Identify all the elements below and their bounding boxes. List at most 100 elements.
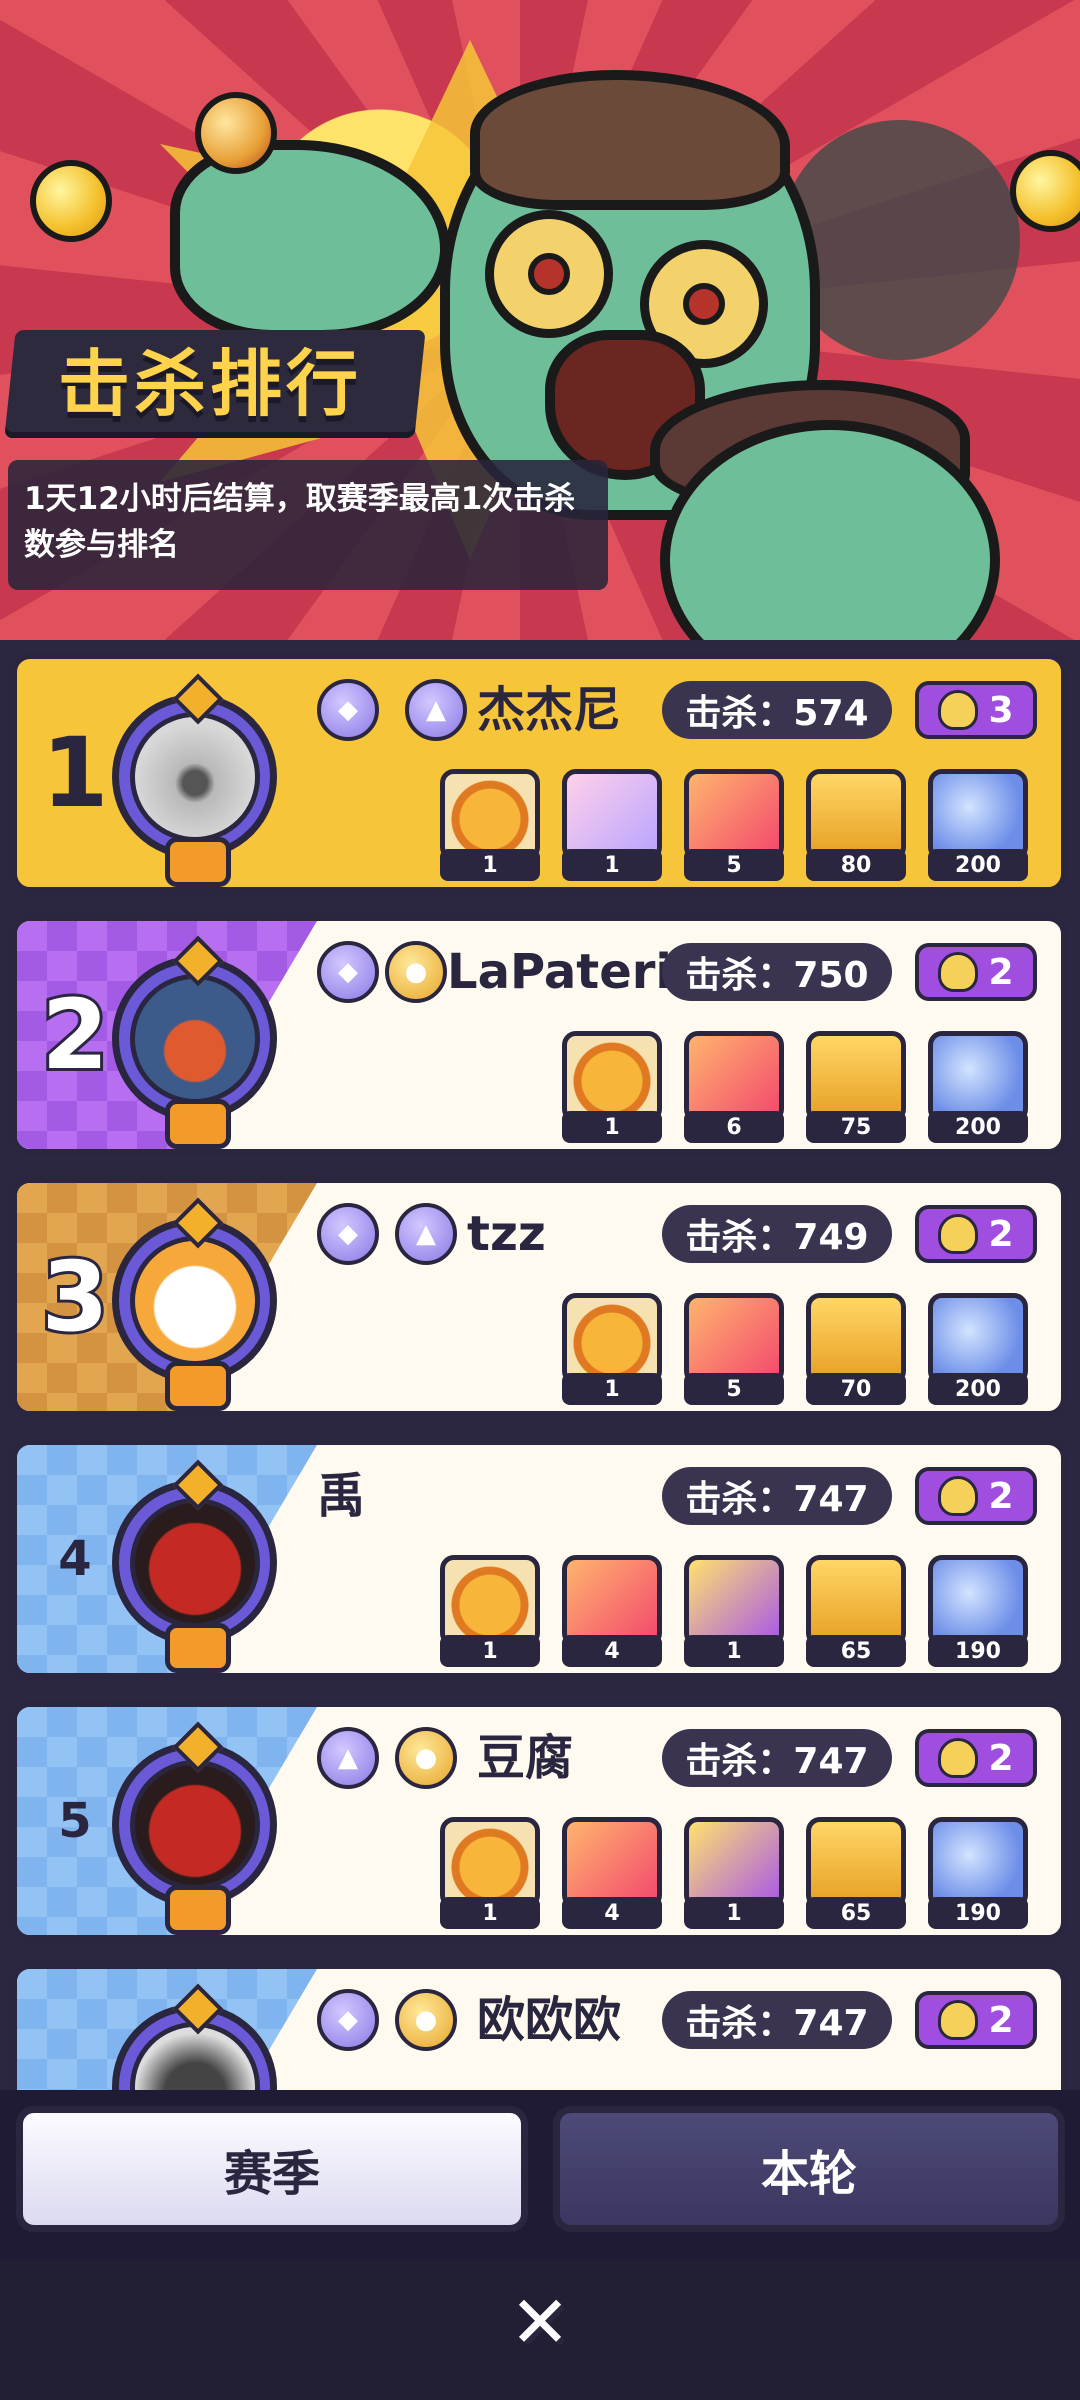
ranking-row[interactable]: 3 ◆ ▲ tzz 击杀：749 2 1 5 70 200 xyxy=(10,1176,1068,1418)
ranking-row[interactable]: 4 禹 击杀：747 2 1 4 1 65 190 xyxy=(10,1438,1068,1680)
player-name: tzz xyxy=(467,1206,546,1262)
player-name: 禹 xyxy=(317,1468,366,1524)
skull-icon xyxy=(938,1476,979,1516)
reward-card-pack[interactable]: 1 xyxy=(684,1817,784,1929)
ticket-icon xyxy=(806,769,906,861)
reward-card-pack[interactable]: 4 xyxy=(562,1555,662,1667)
rank-number: 5 xyxy=(58,1793,92,1849)
rank-badge-icon: ▲ xyxy=(317,1727,379,1789)
hero-banner: 击杀排行 1天12小时后结算，取赛季最高1次击杀数参与排名 xyxy=(0,0,1080,640)
tab-bar: 赛季 本轮 xyxy=(0,2090,1080,2260)
page-title: 击杀排行 xyxy=(58,342,363,426)
ranking-list[interactable]: 1 ◆ ▲ 杰杰尼 击杀：574 3 1 1 5 80 200 2 ◆ ● La… xyxy=(0,640,1080,2090)
title-badge-icon: ● xyxy=(395,1989,457,2051)
reward-ticket[interactable]: 80 xyxy=(806,769,906,881)
reward-ticket[interactable]: 70 xyxy=(806,1293,906,1405)
reward-ticket[interactable]: 75 xyxy=(806,1031,906,1143)
card-pack-icon xyxy=(684,1555,784,1647)
zombie-hair xyxy=(470,70,790,210)
rank-number: 6 xyxy=(35,1969,115,2090)
reward-pumpkin-frame[interactable]: 1 xyxy=(440,1555,540,1667)
rank-number: 4 xyxy=(58,1531,92,1587)
rank-badge-icon: ◆ xyxy=(317,941,379,1003)
reward-pumpkin-frame[interactable]: 1 xyxy=(440,1817,540,1929)
skull-token-badge: 2 xyxy=(915,943,1037,1001)
skull-token-badge: 3 xyxy=(915,681,1037,739)
pumpkin-frame-icon xyxy=(440,1555,540,1647)
ranking-row[interactable]: 1 ◆ ▲ 杰杰尼 击杀：574 3 1 1 5 80 200 xyxy=(10,652,1068,894)
avatar-frame-badge-icon xyxy=(165,837,231,887)
reward-card-pack[interactable]: 5 xyxy=(684,1293,784,1405)
orb-icon xyxy=(928,1293,1028,1385)
candy-icon xyxy=(1010,150,1080,232)
rank-badge-icon: ◆ xyxy=(317,679,379,741)
card-pack-icon xyxy=(684,1031,784,1123)
orb-icon xyxy=(928,1817,1028,1909)
skull-token-badge: 2 xyxy=(915,1205,1037,1263)
kill-count: 击杀：747 xyxy=(662,1467,892,1525)
avatar-frame-badge-icon xyxy=(165,1623,231,1673)
reward-card-pack[interactable]: 1 xyxy=(562,769,662,881)
card-pack-icon xyxy=(684,1817,784,1909)
avatar-image xyxy=(129,973,260,1104)
tab-round[interactable]: 本轮 xyxy=(553,2106,1065,2232)
rank-badge-icon: ◆ xyxy=(317,1989,379,2051)
orb-icon xyxy=(928,1555,1028,1647)
pumpkin-frame-icon xyxy=(440,769,540,861)
pumpkin-frame-icon xyxy=(440,1817,540,1909)
skull-icon xyxy=(938,690,979,730)
reward-pumpkin-frame[interactable]: 1 xyxy=(562,1031,662,1143)
pumpkin-frame-icon xyxy=(562,1293,662,1385)
reward-card-pack[interactable]: 4 xyxy=(562,1817,662,1929)
reward-orb[interactable]: 200 xyxy=(928,1031,1028,1143)
title-badge-icon: ▲ xyxy=(395,1203,457,1265)
avatar-frame-badge-icon xyxy=(165,1361,231,1411)
reward-ticket[interactable]: 65 xyxy=(806,1817,906,1929)
rank-number: 1 xyxy=(41,717,109,829)
avatar-frame-badge-icon xyxy=(165,1099,231,1149)
tab-season[interactable]: 赛季 xyxy=(16,2106,528,2232)
kill-count: 击杀：750 xyxy=(662,943,892,1001)
reward-pumpkin-frame[interactable]: 1 xyxy=(440,769,540,881)
close-icon[interactable]: ✕ xyxy=(500,2280,580,2364)
reward-orb[interactable]: 200 xyxy=(928,769,1028,881)
candy-icon xyxy=(195,92,277,174)
card-pack-icon xyxy=(684,769,784,861)
reward-card-pack[interactable]: 5 xyxy=(684,769,784,881)
ticket-icon xyxy=(806,1031,906,1123)
zombie-hand xyxy=(170,140,450,340)
reward-card-pack[interactable]: 6 xyxy=(684,1031,784,1143)
reward-orb[interactable]: 190 xyxy=(928,1555,1028,1667)
player-name: 豆腐 xyxy=(477,1730,574,1786)
page-subtitle: 1天12小时后结算，取赛季最高1次击杀数参与排名 xyxy=(24,481,576,563)
title-badge-icon: ▲ xyxy=(405,679,467,741)
skull-token-badge: 2 xyxy=(915,1991,1037,2049)
orb-icon xyxy=(928,1031,1028,1123)
candy-icon xyxy=(30,160,112,242)
title-badge-icon: ● xyxy=(395,1727,457,1789)
ranking-row[interactable]: 6 ◆ ● 欧欧欧 击杀：747 2 xyxy=(10,1962,1068,2090)
avatar-image xyxy=(129,1497,260,1628)
rank-number: 3 xyxy=(39,1238,112,1356)
kill-count: 击杀：574 xyxy=(662,681,892,739)
player-name: 杰杰尼 xyxy=(477,682,622,738)
card-pack-icon xyxy=(684,1293,784,1385)
card-pack-icon xyxy=(562,769,662,861)
reward-card-pack[interactable]: 1 xyxy=(684,1555,784,1667)
orb-icon xyxy=(928,769,1028,861)
rank-badge-icon: ◆ xyxy=(317,1203,379,1265)
ranking-row[interactable]: 2 ◆ ● LaPateric 击杀：750 2 1 6 75 200 xyxy=(10,914,1068,1156)
avatar-image xyxy=(129,1759,260,1890)
reward-ticket[interactable]: 65 xyxy=(806,1555,906,1667)
skull-icon xyxy=(938,2000,979,2040)
title-badge-icon: ● xyxy=(385,941,447,1003)
reward-orb[interactable]: 200 xyxy=(928,1293,1028,1405)
kill-count: 击杀：747 xyxy=(662,1991,892,2049)
kill-count: 击杀：749 xyxy=(662,1205,892,1263)
rank-number: 2 xyxy=(39,976,112,1094)
reward-orb[interactable]: 190 xyxy=(928,1817,1028,1929)
reward-pumpkin-frame[interactable]: 1 xyxy=(562,1293,662,1405)
ranking-row[interactable]: 5 ▲ ● 豆腐 击杀：747 2 1 4 1 65 190 xyxy=(10,1700,1068,1942)
pumpkin-frame-icon xyxy=(562,1031,662,1123)
avatar-frame-badge-icon xyxy=(165,1885,231,1935)
